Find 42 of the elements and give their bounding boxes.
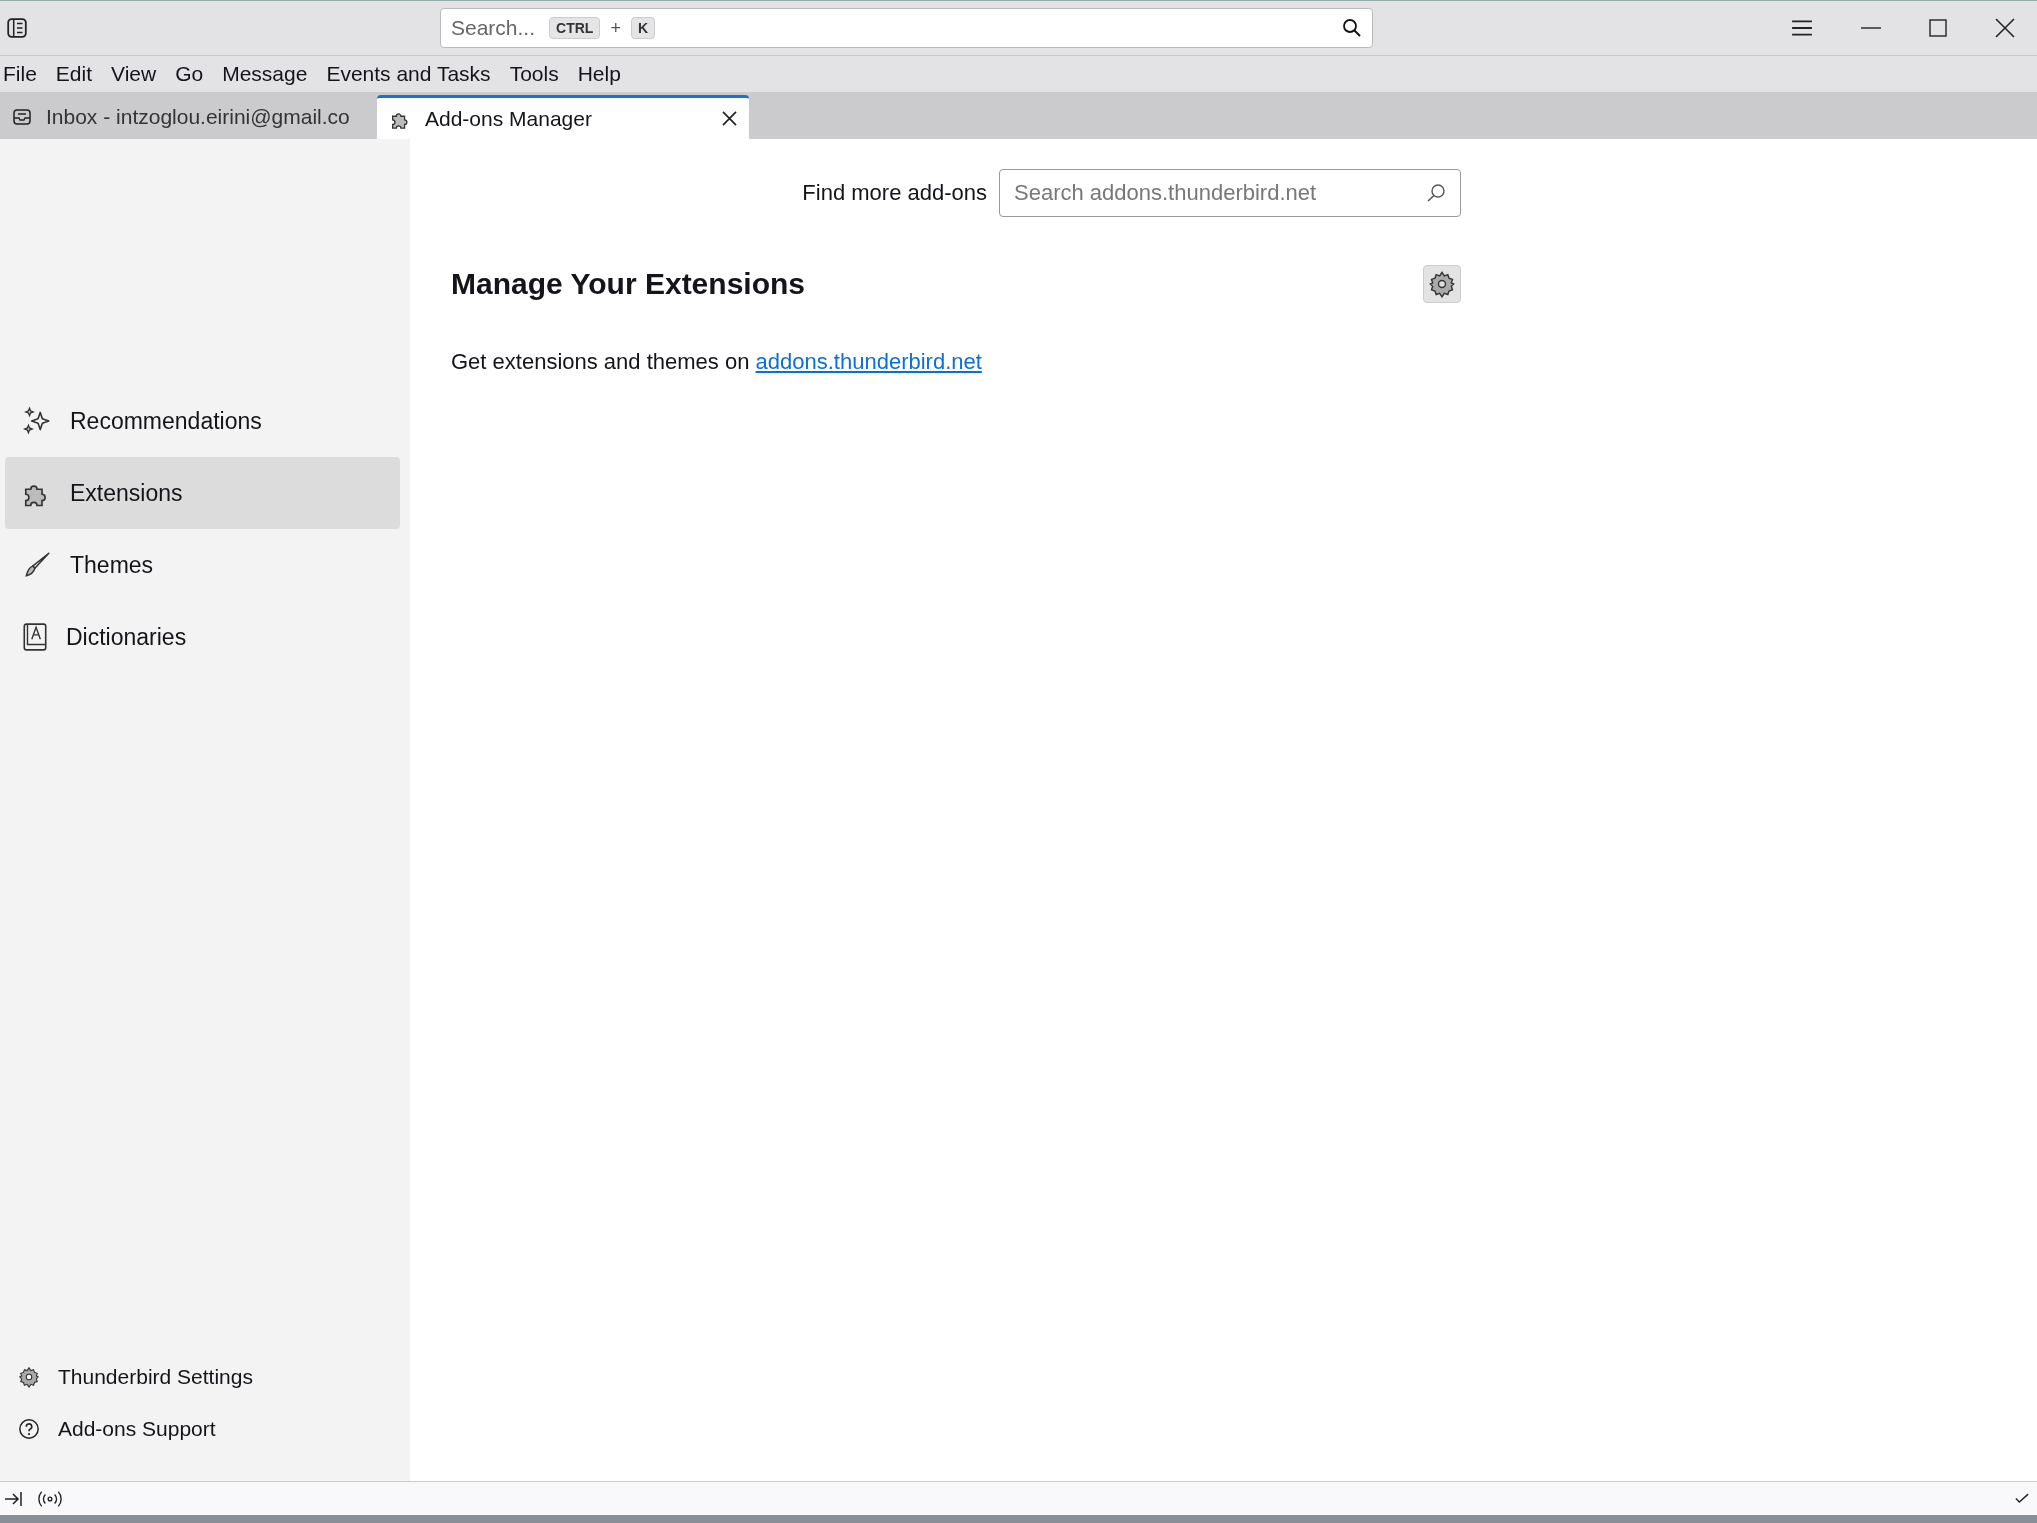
menu-item[interactable]: Message (222, 62, 308, 86)
close-icon[interactable] (1995, 18, 2015, 38)
page-heading: Manage Your Extensions (451, 267, 805, 301)
dictionary-book-icon (22, 622, 48, 652)
addons-search-field[interactable]: Search addons.thunderbird.net (999, 169, 1461, 217)
menu-icon[interactable] (1791, 19, 1813, 37)
paintbrush-icon (22, 550, 52, 580)
inbox-tray-icon (12, 107, 32, 127)
addons-link[interactable]: addons.thunderbird.net (755, 349, 982, 374)
sidebar-item[interactable]: Recommendations (5, 385, 400, 457)
sidebar-item[interactable]: Dictionaries (5, 601, 400, 673)
settings-button[interactable] (1423, 265, 1461, 303)
menu-item[interactable]: View (111, 62, 157, 86)
maximize-icon[interactable] (1929, 19, 1947, 37)
sidebar-link[interactable]: Thunderbird Settings (18, 1365, 410, 1389)
search-placeholder: Search... (451, 16, 536, 40)
checkmark-icon (2015, 1493, 2029, 1504)
keyboard-key: CTRL (549, 17, 601, 39)
sidebar-toggle-icon[interactable] (6, 17, 28, 39)
intro-text: Get extensions and themes on (451, 349, 750, 374)
help-icon (18, 1418, 40, 1440)
settings-icon (18, 1366, 40, 1388)
menu-item[interactable]: Edit (55, 62, 93, 86)
tab[interactable]: Inbox - intzoglou.eirini@gmail.co (0, 95, 374, 139)
menu-item[interactable]: File (3, 62, 37, 86)
tab[interactable]: Add-ons Manager (377, 95, 749, 139)
menu-item[interactable]: Go (175, 62, 204, 86)
search-icon[interactable] (1342, 18, 1362, 38)
search-icon (1426, 183, 1446, 203)
sparkle-icon (22, 406, 52, 436)
menu-item[interactable]: Help (577, 62, 621, 86)
broadcast-icon[interactable] (38, 1488, 62, 1509)
menu-item[interactable]: Tools (509, 62, 559, 86)
keyboard-key: K (630, 17, 655, 39)
sidebar-link[interactable]: Add-ons Support (18, 1417, 410, 1441)
menu-item[interactable]: Events and Tasks (326, 62, 491, 86)
search-field[interactable]: Search... CTRL + K (440, 8, 1373, 48)
sidebar-item[interactable]: Themes (5, 529, 400, 601)
close-tab-icon[interactable] (722, 111, 737, 126)
plus-sign: + (610, 17, 621, 39)
sidebar-item[interactable]: Extensions (5, 457, 400, 529)
find-more-label: Find more add-ons (802, 180, 987, 206)
